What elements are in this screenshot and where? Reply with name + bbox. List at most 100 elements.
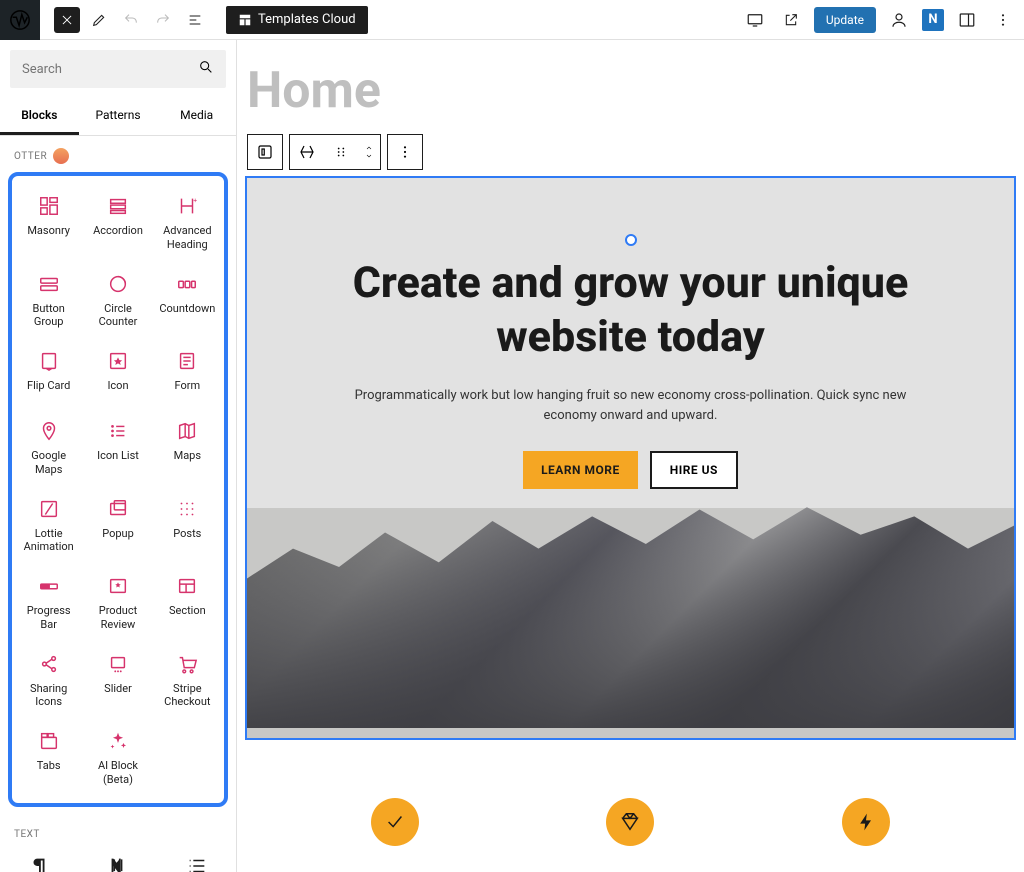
circle-counter-icon (106, 272, 130, 296)
search-icon (198, 59, 214, 79)
tab-blocks[interactable]: Blocks (0, 98, 79, 135)
block-align-button[interactable] (290, 135, 324, 169)
block-icon[interactable]: Icon (83, 339, 152, 409)
update-button[interactable]: Update (814, 7, 876, 33)
hero-heading[interactable]: Create and grow your unique website toda… (277, 257, 984, 365)
block-type-button[interactable] (248, 135, 282, 169)
block-countdown[interactable]: Countdown (153, 262, 222, 340)
block-label: Button Group (18, 302, 79, 330)
feature-bolt-icon[interactable] (842, 798, 890, 846)
document-overview-button[interactable] (182, 7, 208, 33)
block-lottie-animation[interactable]: Lottie Animation (14, 487, 83, 565)
tab-patterns[interactable]: Patterns (79, 98, 158, 135)
otter-avatar-icon (53, 148, 69, 164)
block-section[interactable]: Section (153, 564, 222, 642)
flip-card-icon (37, 349, 61, 373)
block-drag-handle[interactable] (324, 135, 358, 169)
page-title[interactable]: Home (237, 40, 1024, 134)
block-paragraph[interactable]: Paragraph (0, 844, 79, 872)
progress-bar-icon (37, 574, 61, 598)
user-icon[interactable] (886, 7, 912, 33)
block-move-buttons[interactable] (358, 135, 380, 169)
settings-panel-button[interactable] (954, 7, 980, 33)
tab-media[interactable]: Media (157, 98, 236, 135)
block-posts[interactable]: Posts (153, 487, 222, 565)
block-product-review[interactable]: Product Review (83, 564, 152, 642)
block-accordion[interactable]: Accordion (83, 184, 152, 262)
block-label: AI Block (Beta) (87, 759, 148, 787)
stripe-checkout-icon (175, 652, 199, 676)
block-advanced-heading[interactable]: + Advanced Heading (153, 184, 222, 262)
block-label: Accordion (93, 224, 143, 238)
block-tabs[interactable]: Tabs (14, 719, 83, 797)
close-inserter-button[interactable] (54, 7, 80, 33)
svg-text:+: + (194, 196, 198, 204)
block-label: Lottie Animation (18, 527, 79, 555)
block-label: Maps (174, 449, 201, 463)
search-box (10, 50, 226, 88)
posts-icon (175, 497, 199, 521)
block-maps[interactable]: Maps (153, 409, 222, 487)
resize-handle-top[interactable] (625, 234, 637, 246)
block-label: Product Review (87, 604, 148, 632)
block-label: Countdown (159, 302, 215, 316)
section-label-text: TEXT (0, 817, 236, 844)
hero-subtext[interactable]: Programmatically work but low hanging fr… (351, 386, 911, 425)
learn-more-button[interactable]: LEARN MORE (523, 451, 638, 489)
otter-blocks-group: Masonry Accordion + Advanced Heading Button … (8, 172, 228, 807)
block-stripe-checkout[interactable]: Stripe Checkout (153, 642, 222, 720)
block-label: Popup (102, 527, 134, 541)
hero-content: Create and grow your unique website toda… (247, 178, 1014, 508)
list-icon (185, 854, 209, 872)
block-label: Advanced Heading (157, 224, 218, 252)
hero-buttons: LEARN MORE HIRE US (523, 451, 738, 489)
block-progress-bar[interactable]: Progress Bar (14, 564, 83, 642)
block-circle-counter[interactable]: Circle Counter (83, 262, 152, 340)
hero-background-image (247, 508, 1014, 738)
more-menu-button[interactable] (990, 7, 1016, 33)
editor-canvas: Home (237, 40, 1024, 872)
otter-section-text: OTTER (14, 151, 47, 162)
block-label: Slider (104, 682, 132, 696)
hire-us-button[interactable]: HIRE US (650, 451, 738, 489)
feature-diamond-icon[interactable] (606, 798, 654, 846)
inserter-scroll[interactable]: OTTER Masonry Accordion + Advanced Heading B… (0, 136, 236, 872)
block-google-maps[interactable]: Google Maps (14, 409, 83, 487)
search-input[interactable] (22, 62, 198, 77)
product-review-icon (106, 574, 130, 598)
masonry-icon (37, 194, 61, 218)
toolbar-right: Update N (742, 7, 1024, 33)
undo-button[interactable] (118, 7, 144, 33)
heading-icon (106, 854, 130, 872)
text-section-text: TEXT (14, 829, 40, 840)
block-slider[interactable]: Slider (83, 642, 152, 720)
block-label: Icon List (97, 449, 139, 463)
block-sharing-icons[interactable]: Sharing Icons (14, 642, 83, 720)
open-in-new-button[interactable] (778, 7, 804, 33)
block-list[interactable]: List (157, 844, 236, 872)
block-flip-card[interactable]: Flip Card (14, 339, 83, 409)
block-icon-list[interactable]: Icon List (83, 409, 152, 487)
block-form[interactable]: Form (153, 339, 222, 409)
paragraph-icon (27, 854, 51, 872)
edit-mode-button[interactable] (86, 7, 112, 33)
block-masonry[interactable]: Masonry (14, 184, 83, 262)
block-button-group[interactable]: Button Group (14, 262, 83, 340)
block-ai-block[interactable]: AI Block (Beta) (83, 719, 152, 797)
tabs-icon (37, 729, 61, 753)
view-desktop-button[interactable] (742, 7, 768, 33)
text-blocks-group: ParagraphHeadingListQuoteCodeDetails (0, 844, 236, 872)
countdown-icon (175, 272, 199, 296)
hero-cover-block[interactable]: Create and grow your unique website toda… (247, 178, 1014, 738)
redo-button[interactable] (150, 7, 176, 33)
feature-check-icon[interactable] (371, 798, 419, 846)
block-more-button[interactable] (388, 135, 422, 169)
block-popup[interactable]: Popup (83, 487, 152, 565)
templates-cloud-button[interactable]: Templates Cloud (226, 6, 368, 34)
wordpress-logo[interactable] (0, 0, 40, 40)
block-label: Masonry (27, 224, 70, 238)
block-label: Stripe Checkout (157, 682, 218, 710)
feature-icons-row (237, 738, 1024, 846)
block-heading[interactable]: Heading (79, 844, 158, 872)
neve-badge-icon[interactable]: N (922, 9, 944, 31)
